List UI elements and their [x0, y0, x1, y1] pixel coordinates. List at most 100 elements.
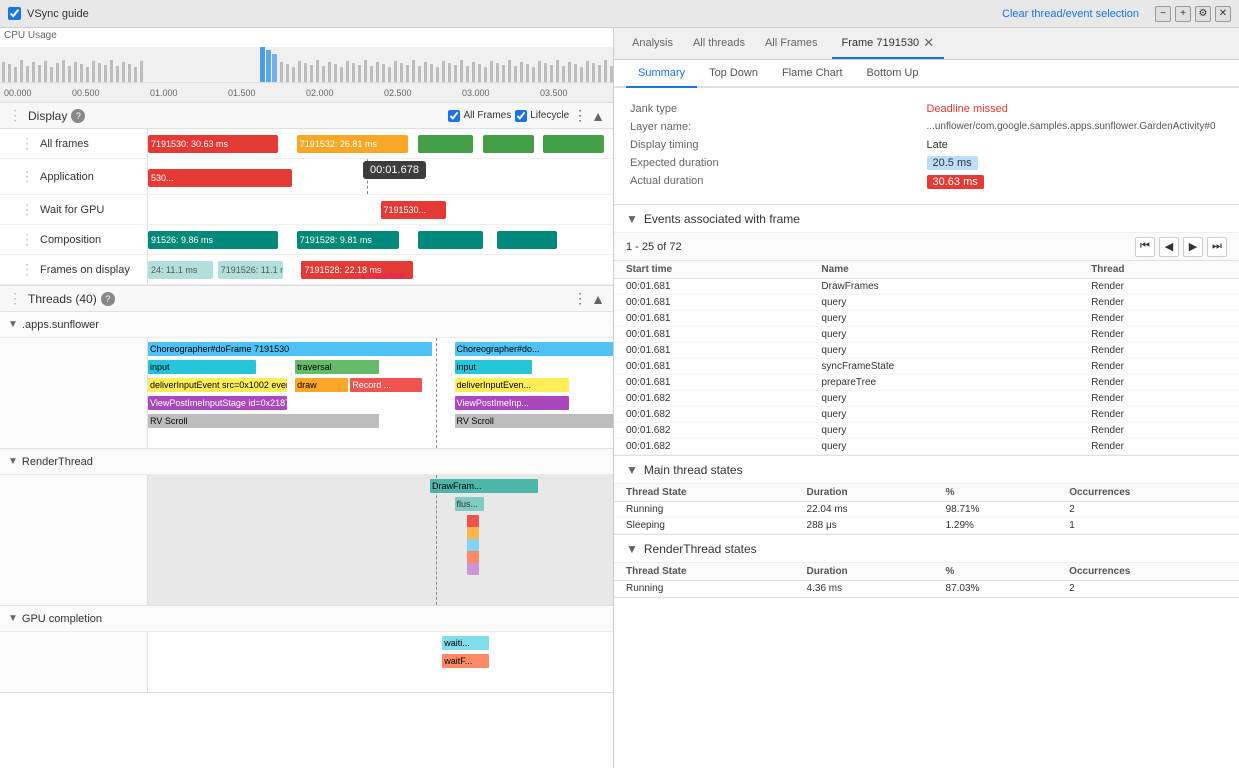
render-col-state: Thread State — [614, 563, 795, 581]
state-running: Running — [614, 502, 795, 518]
frame-bar-7191530[interactable]: 7191530: 30.63 ms — [148, 135, 278, 153]
frame-bar-7191532[interactable]: 7191532: 26.81 ms — [297, 135, 409, 153]
app-bar-red[interactable]: 530... — [148, 169, 292, 187]
rvscroll-block-1[interactable]: RV Scroll — [148, 414, 379, 428]
record-block[interactable]: Record ... — [350, 378, 422, 392]
draw-block[interactable]: draw — [295, 378, 348, 392]
deliver-block-1[interactable]: deliverInputEvent src=0x1002 eventTimeNa… — [148, 378, 287, 392]
gpu-wait-block[interactable]: waiti... — [442, 636, 489, 650]
lifecycle-checkbox-label[interactable]: Lifecycle — [515, 110, 569, 122]
tab-analysis[interactable]: Analysis — [622, 28, 683, 59]
table-row[interactable]: Running 4.36 ms 87.03% 2 — [614, 581, 1239, 597]
maximize-btn[interactable]: + — [1175, 6, 1191, 22]
table-row[interactable]: 00:01.681queryRender — [614, 311, 1239, 327]
comp-bar-2[interactable]: 7191528: 9.81 ms — [297, 231, 399, 249]
composition-content[interactable]: 91526: 9.86 ms 7191528: 9.81 ms — [148, 225, 613, 254]
main-thread-toggle[interactable]: ▼ — [626, 463, 638, 477]
all-frames-content[interactable]: 7191530: 30.63 ms 7191532: 26.81 ms — [148, 129, 613, 158]
sunflower-deadline-line — [436, 338, 437, 448]
tab-all-threads[interactable]: All threads — [683, 28, 755, 59]
sunflower-chevron: ▼ — [8, 319, 18, 330]
subtab-flamechart[interactable]: Flame Chart — [770, 60, 855, 88]
table-row[interactable]: 00:01.681queryRender — [614, 295, 1239, 311]
drawframes-block[interactable]: DrawFram... — [430, 479, 538, 493]
left-panel: CPU Usage — [0, 28, 614, 768]
settings-btn[interactable]: ⚙ — [1195, 6, 1211, 22]
table-row[interactable]: 00:01.681DrawFramesRender — [614, 279, 1239, 295]
display-help-icon[interactable]: ? — [71, 109, 85, 123]
events-last-btn[interactable]: ⏭ — [1207, 237, 1227, 257]
duration-sleeping: 288 μs — [795, 518, 934, 534]
frames-display-content[interactable]: 24: 11.1 ms 7191526: 11.1 ms 7191528: 22… — [148, 255, 613, 284]
table-row[interactable]: 00:01.681queryRender — [614, 343, 1239, 359]
event-thread: Render — [1079, 279, 1239, 295]
renderthread-header[interactable]: ▼ RenderThread — [0, 449, 613, 475]
frame-bar-4[interactable] — [483, 135, 534, 153]
comp-bar-3[interactable] — [418, 231, 483, 249]
frame-bar-3[interactable] — [418, 135, 474, 153]
display-collapse-btn[interactable]: ▲ — [591, 108, 605, 124]
renderthread-group: ▼ RenderThread DrawFram... flus... — [0, 449, 613, 606]
subtab-summary[interactable]: Summary — [626, 60, 697, 88]
renderthread-states-toggle[interactable]: ▼ — [626, 542, 638, 556]
table-row[interactable]: 00:01.681syncFrameStateRender — [614, 359, 1239, 375]
fod-bar-2[interactable]: 7191526: 11.1 ms — [218, 261, 283, 279]
comp-bar-1[interactable]: 91526: 9.86 ms — [148, 231, 278, 249]
all-frames-checkbox-label[interactable]: All Frames — [448, 110, 511, 122]
choreo-block-2[interactable]: Choreographer#do... — [455, 342, 614, 356]
subtab-bottomup[interactable]: Bottom Up — [855, 60, 931, 88]
fod-bar-1[interactable]: 24: 11.1 ms — [148, 261, 213, 279]
table-row[interactable]: Sleeping 288 μs 1.29% 1 — [614, 518, 1239, 534]
events-prev-btn[interactable]: ◀ — [1159, 237, 1179, 257]
sunflower-header[interactable]: ▼ .apps.sunflower — [0, 312, 613, 338]
rvscroll-block-2[interactable]: RV Scroll — [455, 414, 614, 428]
viewpost-block-2[interactable]: ViewPostImeInp... — [455, 396, 569, 410]
all-frames-checkbox[interactable] — [448, 110, 460, 122]
choreo-block-1[interactable]: Choreographer#doFrame 7191530 — [148, 342, 432, 356]
application-row: ⋮ Application 00:01.678 530... — [0, 159, 613, 195]
input-block-2[interactable]: input — [455, 360, 533, 374]
vsync-checkbox[interactable] — [8, 7, 21, 20]
flush-block[interactable]: flus... — [455, 497, 485, 511]
gpu-timeline[interactable]: waiti... waitF... — [0, 632, 613, 692]
table-row[interactable]: 00:01.682queryRender — [614, 407, 1239, 423]
input-block-1[interactable]: input — [148, 360, 256, 374]
threads-more-btn[interactable]: ⋮ — [573, 290, 587, 307]
threads-help-icon[interactable]: ? — [101, 292, 115, 306]
application-content[interactable]: 00:01.678 530... — [148, 159, 613, 194]
subtab-topdown[interactable]: Top Down — [697, 60, 770, 88]
events-col-thread: Thread — [1079, 261, 1239, 279]
clear-selection-btn[interactable]: Clear thread/event selection — [1002, 8, 1139, 20]
events-toggle[interactable]: ▼ — [626, 212, 638, 226]
threads-collapse-btn[interactable]: ▲ — [591, 291, 605, 307]
minimize-btn[interactable]: − — [1155, 6, 1171, 22]
events-first-btn[interactable]: ⏮ — [1135, 237, 1155, 257]
table-row[interactable]: 00:01.682queryRender — [614, 439, 1239, 455]
display-more-btn[interactable]: ⋮ — [573, 107, 587, 124]
tab-all-frames[interactable]: All Frames — [755, 28, 828, 59]
viewpost-block-1[interactable]: ViewPostImeInputStage id=0x2187c3a8 — [148, 396, 287, 410]
renderthread-states-section: ▼ RenderThread states Thread State Durat… — [614, 535, 1239, 598]
threads-drag: ⋮ — [8, 290, 22, 307]
deliver-block-2[interactable]: deliverInputEven... — [455, 378, 569, 392]
table-row[interactable]: 00:01.682queryRender — [614, 423, 1239, 439]
tab-frame-7191530[interactable]: Frame 7191530 ✕ — [832, 28, 945, 59]
renderthread-timeline[interactable]: DrawFram... flus... — [0, 475, 613, 605]
table-row[interactable]: 00:01.681prepareTreeRender — [614, 375, 1239, 391]
sunflower-timeline[interactable]: Choreographer#doFrame 7191530 Choreograp… — [0, 338, 613, 448]
ruler-tick-4: 02.000 — [306, 88, 334, 98]
table-row[interactable]: Running 22.04 ms 98.71% 2 — [614, 502, 1239, 518]
frame-bar-5[interactable] — [543, 135, 603, 153]
events-next-btn[interactable]: ▶ — [1183, 237, 1203, 257]
frame-tab-close[interactable]: ✕ — [923, 35, 934, 51]
lifecycle-checkbox[interactable] — [515, 110, 527, 122]
gpu-header[interactable]: ▼ GPU completion — [0, 606, 613, 632]
traversal-block[interactable]: traversal — [295, 360, 379, 374]
table-row[interactable]: 00:01.681queryRender — [614, 327, 1239, 343]
table-row[interactable]: 00:01.682queryRender — [614, 391, 1239, 407]
gpu-waitF-block[interactable]: waitF... — [442, 654, 489, 668]
close-btn[interactable]: ✕ — [1215, 6, 1231, 22]
comp-bar-4[interactable] — [497, 231, 557, 249]
wait-gpu-content[interactable]: 7191530... — [148, 195, 613, 224]
wait-gpu-bar[interactable]: 7191530... — [381, 201, 446, 219]
